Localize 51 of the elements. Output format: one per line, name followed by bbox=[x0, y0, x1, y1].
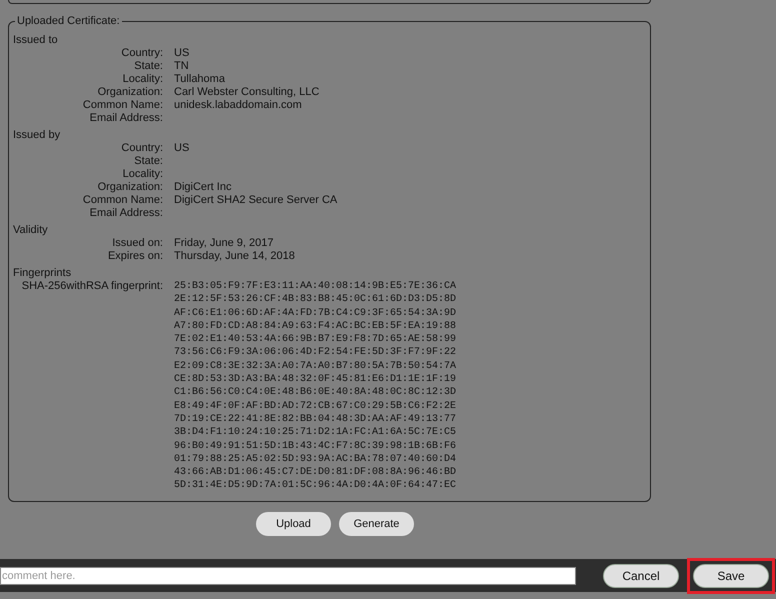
fingerprint-line: 3B:D4:F1:10:24:10:25:71:D2:1A:FC:A1:6A:5C:7E:C5 bbox=[174, 426, 456, 440]
fingerprint-line: CE:8D:53:3D:A3:BA:48:32:0F:45:81:E6:D1:1E:1F:19 bbox=[174, 373, 456, 386]
fingerprint-line: 96:B0:49:91:51:5D:1B:43:4C:F7:8C:39:98:1B:6B:F6 bbox=[174, 440, 456, 453]
field-label: Issued on: bbox=[111, 237, 163, 250]
field-label: Locality: bbox=[122, 73, 163, 86]
field-value: Thursday, June 14, 2018 bbox=[174, 250, 295, 263]
footer-button[interactable]: Cancel bbox=[603, 564, 679, 588]
field-label: Organization: bbox=[96, 86, 163, 99]
field-label: State: bbox=[133, 60, 163, 73]
field-label: SHA-256withRSA fingerprint: bbox=[20, 280, 163, 294]
footer-button[interactable]: Save bbox=[693, 564, 769, 588]
field-value: Tullahoma bbox=[174, 73, 225, 86]
fingerprint-line: E2:09:C8:3E:32:3A:A0:7A:A0:B7:80:5A:7B:50:54:7A bbox=[174, 360, 456, 374]
field-label: Country: bbox=[120, 142, 163, 155]
panel-legend: Uploaded Certificate: bbox=[15, 15, 122, 27]
field-value: DigiCert SHA2 Secure Server CA bbox=[174, 194, 338, 207]
fingerprint-line: C1:B6:56:C0:C4:0E:48:B6:0E:40:8A:48:0C:8C:12:3D bbox=[174, 386, 456, 400]
field-value: Carl Webster Consulting, LLC bbox=[174, 86, 320, 99]
section-heading: Issued to bbox=[13, 34, 59, 47]
fingerprint-line: E8:49:4F:0F:AF:BD:AD:72:CB:67:C0:29:5B:C6:F2:2E bbox=[174, 400, 456, 413]
field-value: Friday, June 9, 2017 bbox=[174, 237, 274, 250]
comment-field[interactable]: comment here. bbox=[0, 566, 576, 584]
fingerprint-line: 43:66:AB:D1:06:45:C7:DE:D0:81:DF:08:8A:96:46:BD bbox=[174, 466, 456, 480]
fingerprint-line: 25:B3:05:F9:7F:E3:11:AA:40:08:14:9B:E5:7E:36:CA bbox=[174, 280, 456, 294]
field-value: unidesk.labaddomain.com bbox=[174, 99, 302, 112]
field-label: Organization: bbox=[96, 181, 163, 194]
fingerprint-line: 73:56:C6:F9:3A:06:06:4D:F2:54:FE:5D:3F:F7:9F:22 bbox=[174, 346, 456, 360]
fingerprint-line: 2E:12:5F:53:26:CF:4B:83:B8:45:0C:61:6D:D3:D5:8D bbox=[174, 293, 456, 307]
field-label: Country: bbox=[120, 47, 163, 60]
field-label: Email Address: bbox=[88, 112, 163, 125]
field-label: State: bbox=[133, 155, 163, 168]
field-label: Common Name: bbox=[82, 99, 163, 112]
section-heading: Validity bbox=[13, 224, 49, 237]
section-heading: Fingerprints bbox=[13, 267, 72, 280]
fingerprint-line: A7:80:FD:CD:A8:84:A9:63:F4:AC:BC:EB:5F:EA:19:88 bbox=[174, 320, 456, 334]
action-button[interactable]: Upload bbox=[256, 512, 331, 536]
field-label: Email Address: bbox=[88, 207, 163, 220]
fingerprint-line: 7E:02:E1:40:53:4A:66:9B:B7:E9:F8:7D:65:AE:58:99 bbox=[174, 333, 456, 346]
field-value: US bbox=[174, 142, 190, 155]
action-button[interactable]: Generate bbox=[339, 512, 414, 536]
field-value: TN bbox=[174, 60, 189, 73]
fingerprint-line: 7D:19:CE:22:41:8E:82:BB:04:48:3D:AA:AF:49:13:77 bbox=[174, 412, 456, 426]
fingerprint-line: AF:C6:E1:06:6D:AF:4A:FD:7B:C4:C9:3F:65:54:3A:9D bbox=[174, 306, 456, 320]
field-label: Locality: bbox=[122, 168, 163, 181]
field-value: US bbox=[174, 47, 190, 60]
fingerprint-line: 01:79:88:25:A5:02:5D:93:9A:AC:BA:78:07:40:60:D4 bbox=[174, 452, 456, 466]
field-label: Common Name: bbox=[82, 194, 163, 207]
field-value: DigiCert Inc bbox=[174, 181, 232, 194]
section-heading: Issued by bbox=[13, 129, 62, 142]
field-label: Expires on: bbox=[106, 250, 163, 263]
fingerprint-line: 5D:31:4E:D5:9D:7A:01:5C:96:4A:D0:4A:0F:64:47:EC bbox=[174, 479, 456, 493]
